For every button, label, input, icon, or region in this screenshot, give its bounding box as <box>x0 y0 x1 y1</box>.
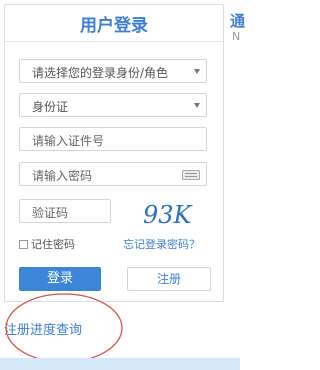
id-number-input[interactable]: 请输入证件号 <box>19 127 207 151</box>
id-type-select[interactable]: 身份证 <box>19 93 207 117</box>
captcha-input[interactable]: 验证码 <box>19 199 111 223</box>
password-placeholder: 请输入密码 <box>32 169 93 183</box>
login-title: 用户登录 <box>80 16 148 36</box>
title-divider <box>5 41 223 42</box>
chevron-down-icon <box>194 103 200 108</box>
right-panel-title: 通 <box>230 12 246 30</box>
keyboard-icon[interactable] <box>182 170 200 180</box>
captcha-placeholder: 验证码 <box>32 206 69 220</box>
id-number-placeholder: 请输入证件号 <box>32 134 105 148</box>
captcha-image[interactable]: 93K <box>141 201 211 229</box>
captcha-text: 93K <box>143 201 194 229</box>
identity-select[interactable]: 请选择您的登录身份/角色 <box>19 59 207 83</box>
remember-checkbox[interactable] <box>19 239 28 249</box>
footer-bar <box>0 358 240 370</box>
identity-select-value: 请选择您的登录身份/角色 <box>32 66 169 80</box>
annotation-circle <box>5 293 123 363</box>
remember-label: 记住密码 <box>31 238 75 251</box>
forgot-password-link[interactable]: 忘记登录密码？ <box>123 236 200 252</box>
remember-password[interactable]: 记住密码 <box>19 236 75 252</box>
id-type-select-value: 身份证 <box>32 100 69 114</box>
chevron-down-icon <box>194 69 200 74</box>
password-input[interactable]: 请输入密码 <box>19 162 207 186</box>
right-panel-subtitle: N <box>232 30 241 43</box>
login-panel: 用户登录 请选择您的登录身份/角色 身份证 请输入证件号 请输入密码 验证码 9… <box>4 4 224 302</box>
register-button[interactable]: 注册 <box>127 267 211 291</box>
